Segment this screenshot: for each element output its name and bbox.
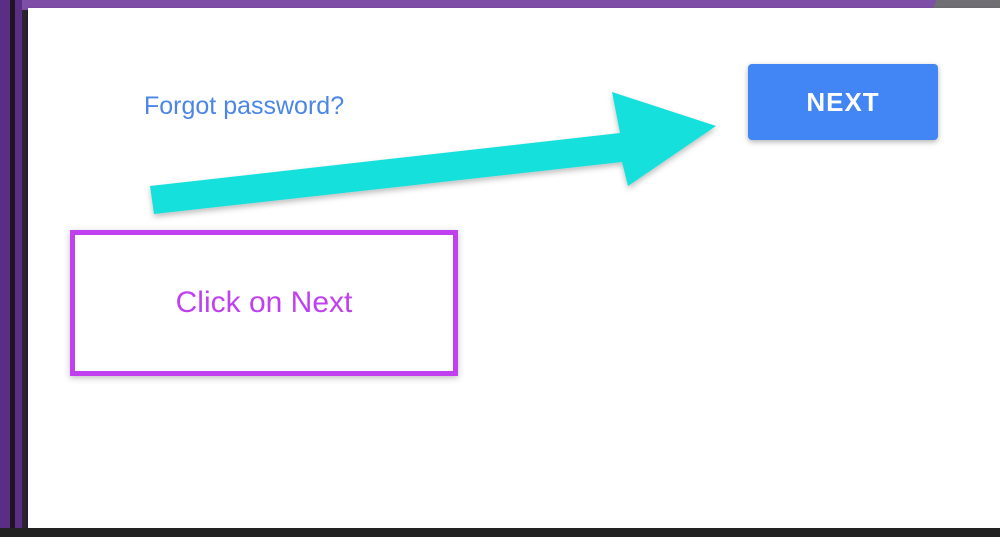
arrow-shape bbox=[150, 92, 716, 214]
screenshot-stage: Forgot password? NEXT Click on Next bbox=[0, 0, 1000, 537]
callout-text: Click on Next bbox=[175, 286, 353, 319]
bottom-frame-band bbox=[0, 528, 1000, 537]
callout-box: Click on Next bbox=[70, 230, 458, 376]
